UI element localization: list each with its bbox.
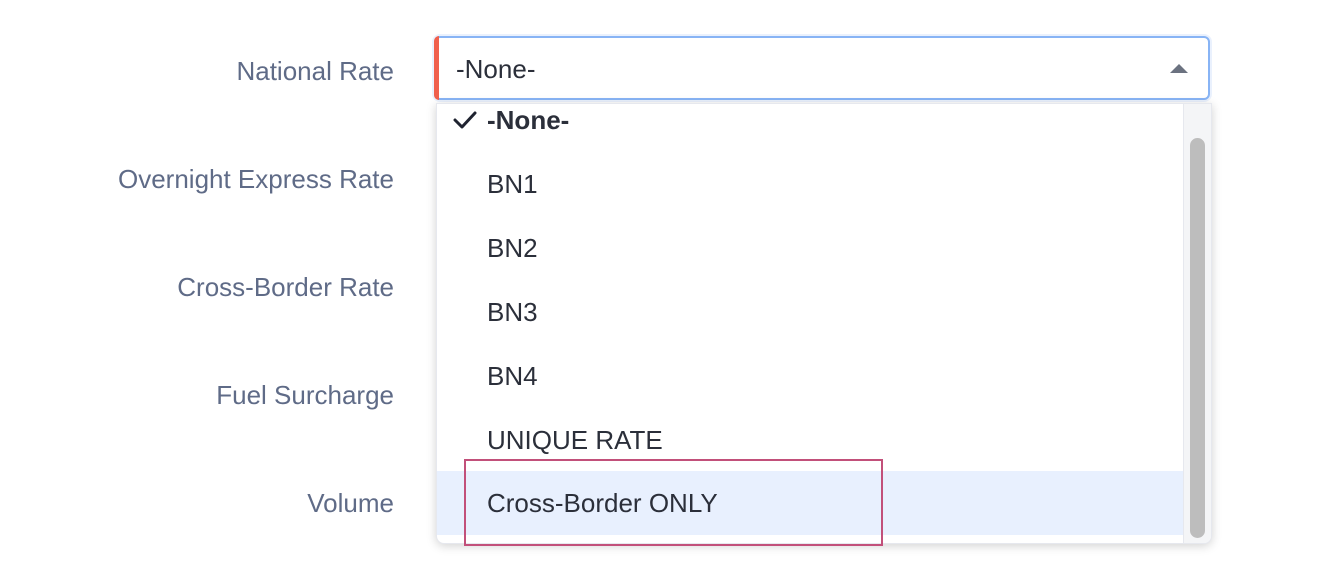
- national-rate-dropdown: -None- BN1 BN2 BN3 BN4 UNIQUE RATE Cross…: [436, 103, 1212, 544]
- required-indicator: [434, 36, 439, 100]
- option-label: BN3: [487, 297, 538, 327]
- option-bn4[interactable]: BN4: [437, 344, 1183, 408]
- option-label: BN4: [487, 361, 538, 391]
- option-label: BN1: [487, 169, 538, 199]
- check-icon: [453, 111, 477, 129]
- dropdown-scrollbar[interactable]: [1183, 104, 1211, 543]
- overnight-express-rate-label: Overnight Express Rate: [117, 164, 394, 194]
- fuel-surcharge-label: Fuel Surcharge: [216, 380, 394, 410]
- caret-up-icon[interactable]: [1170, 64, 1188, 73]
- option-label: BN2: [487, 233, 538, 263]
- national-rate-select[interactable]: -None-: [434, 36, 1210, 100]
- option-label: Cross-Border ONLY: [487, 488, 718, 518]
- select-current-value: -None-: [456, 54, 536, 84]
- option-label: -None-: [487, 105, 570, 135]
- option-unique-rate[interactable]: UNIQUE RATE: [437, 408, 1183, 472]
- option-bn2[interactable]: BN2: [437, 216, 1183, 280]
- option-bn1[interactable]: BN1: [437, 152, 1183, 216]
- cross-border-rate-label: Cross-Border Rate: [177, 272, 394, 302]
- national-rate-label: National Rate: [236, 56, 394, 86]
- option-bn3[interactable]: BN3: [437, 280, 1183, 344]
- option-none[interactable]: -None-: [437, 104, 1183, 152]
- volume-label: Volume: [307, 488, 394, 518]
- option-label: UNIQUE RATE: [487, 425, 663, 455]
- option-cross-border-only[interactable]: Cross-Border ONLY: [437, 471, 1183, 535]
- scrollbar-thumb[interactable]: [1190, 138, 1205, 538]
